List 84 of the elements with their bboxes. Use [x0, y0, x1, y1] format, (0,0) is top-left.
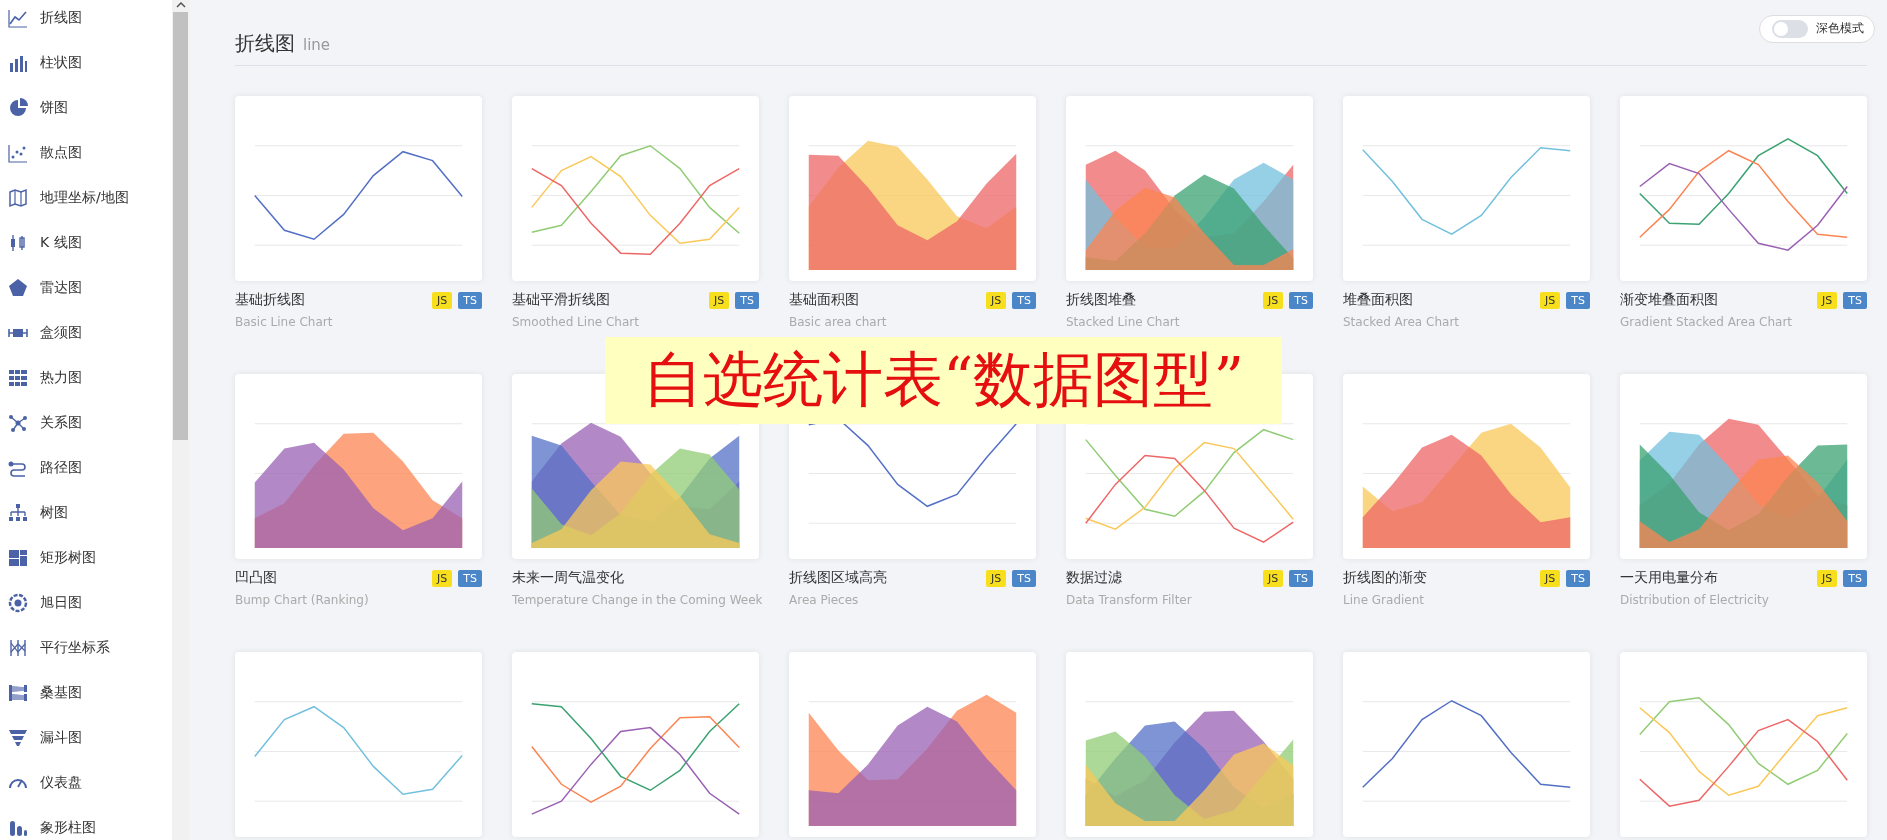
ts-badge[interactable]: TS — [735, 291, 759, 309]
ts-badge[interactable]: TS — [1012, 291, 1036, 309]
graph-icon — [8, 412, 28, 433]
sidebar-item[interactable]: 仪表盘 — [0, 760, 172, 805]
radar-icon — [8, 277, 28, 298]
treemap-icon — [8, 547, 28, 568]
funnel-icon — [8, 727, 28, 748]
chart-title[interactable]: 数据过滤 — [1066, 569, 1122, 587]
line-chart-icon — [8, 7, 28, 28]
chart-title[interactable]: 折线图堆叠 — [1066, 291, 1136, 309]
sidebar-item[interactable]: 旭日图 — [0, 580, 172, 625]
candlestick-icon — [8, 232, 28, 253]
scrollbar-thumb[interactable] — [173, 12, 188, 440]
chart-subtitle: Basic Line Chart — [235, 315, 334, 329]
sidebar-item[interactable]: 象形柱图 — [0, 805, 172, 840]
chart-title[interactable]: 渐变堆叠面积图 — [1620, 291, 1718, 309]
section-title: 折线图 — [235, 30, 295, 57]
chart-title[interactable]: 凹凸图 — [235, 569, 277, 587]
js-badge[interactable]: JS — [1540, 569, 1561, 587]
chart-subtitle: Line Gradient — [1343, 593, 1426, 607]
sidebar-item[interactable]: 地理坐标/地图 — [0, 175, 172, 220]
ts-badge[interactable]: TS — [1289, 291, 1313, 309]
js-badge[interactable]: JS — [1263, 569, 1284, 587]
chart-title[interactable]: 基础平滑折线图 — [512, 291, 610, 309]
dark-mode-toggle[interactable]: 深色模式 — [1759, 14, 1875, 43]
chart-subtitle: Stacked Area Chart — [1343, 315, 1460, 329]
chart-subtitle: Data Transform Filter — [1066, 593, 1193, 607]
sidebar-item[interactable]: 雷达图 — [0, 265, 172, 310]
sidebar-item[interactable]: 饼图 — [0, 85, 172, 130]
heatmap-icon — [8, 367, 28, 388]
chart-title[interactable]: 基础折线图 — [235, 291, 305, 309]
js-badge[interactable]: JS — [986, 291, 1007, 309]
sidebar-item[interactable]: 矩形树图 — [0, 535, 172, 580]
section-subtitle: line — [303, 36, 331, 54]
map-icon — [8, 187, 28, 208]
chart-subtitle: Area Pieces — [789, 593, 860, 607]
js-badge[interactable]: JS — [709, 291, 730, 309]
sidebar-item[interactable]: 树图 — [0, 490, 172, 535]
sidebar-item[interactable]: 关系图 — [0, 400, 172, 445]
chart-title[interactable]: 一天用电量分布 — [1620, 569, 1718, 587]
ts-badge[interactable]: TS — [458, 291, 482, 309]
ts-badge[interactable]: TS — [1843, 291, 1867, 309]
pie-chart-icon — [8, 97, 28, 118]
sidebar-item[interactable]: 平行坐标系 — [0, 625, 172, 670]
js-badge[interactable]: JS — [432, 569, 453, 587]
sidebar-item[interactable]: 桑基图 — [0, 670, 172, 715]
chart-title[interactable]: 堆叠面积图 — [1343, 291, 1413, 309]
sidebar-item[interactable]: 路径图 — [0, 445, 172, 490]
ts-badge[interactable]: TS — [458, 569, 482, 587]
ts-badge[interactable]: TS — [1843, 569, 1867, 587]
js-badge[interactable]: JS — [1817, 291, 1838, 309]
js-badge[interactable]: JS — [1540, 291, 1561, 309]
ts-badge[interactable]: TS — [1289, 569, 1313, 587]
chart-subtitle: Basic area chart — [789, 315, 888, 329]
sidebar-item[interactable]: 折线图 — [0, 0, 172, 40]
ts-badge[interactable]: TS — [1566, 291, 1590, 309]
chart-title[interactable]: 折线图的渐变 — [1343, 569, 1427, 587]
sunburst-icon — [8, 592, 28, 613]
chart-subtitle: Distribution of Electricity — [1620, 593, 1770, 607]
chart-subtitle: Smoothed Line Chart — [512, 315, 640, 329]
scroll-up-icon[interactable] — [175, 2, 186, 8]
chart-subtitle: Stacked Line Chart — [1066, 315, 1181, 329]
ts-badge[interactable]: TS — [1566, 569, 1590, 587]
tree-icon — [8, 502, 28, 523]
chart-subtitle: Bump Chart (Ranking) — [235, 593, 370, 607]
chart-title[interactable]: 未来一周气温变化 — [512, 569, 624, 587]
scatter-icon — [8, 142, 28, 163]
js-badge[interactable]: JS — [986, 569, 1007, 587]
sidebar-item[interactable]: 散点图 — [0, 130, 172, 175]
sankey-icon — [8, 682, 28, 703]
banner-toast: 自选统计表“数据图型” — [605, 337, 1282, 424]
sidebar-item[interactable]: 热力图 — [0, 355, 172, 400]
parallel-icon — [8, 637, 28, 658]
js-badge[interactable]: JS — [432, 291, 453, 309]
sidebar-item[interactable]: 盒须图 — [0, 310, 172, 355]
js-badge[interactable]: JS — [1263, 291, 1284, 309]
chart-subtitle: Gradient Stacked Area Chart — [1620, 315, 1794, 329]
js-badge[interactable]: JS — [1817, 569, 1838, 587]
sidebar-item[interactable]: 漏斗图 — [0, 715, 172, 760]
sidebar-item[interactable]: K 线图 — [0, 220, 172, 265]
ts-badge[interactable]: TS — [1012, 569, 1036, 587]
chart-title[interactable]: 基础面积图 — [789, 291, 859, 309]
chart-title[interactable]: 折线图区域高亮 — [789, 569, 887, 587]
sidebar-item[interactable]: 柱状图 — [0, 40, 172, 85]
